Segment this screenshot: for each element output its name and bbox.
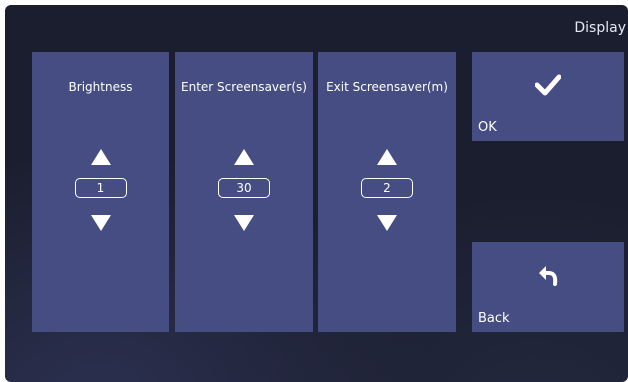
enter-screensaver-value: 30: [218, 178, 270, 198]
brightness-increase-arrow-icon[interactable]: [90, 149, 111, 165]
back-arrow-icon: [539, 266, 558, 286]
brightness-panel: Brightness 1: [32, 52, 169, 332]
exit-screensaver-panel: Exit Screensaver(m) 2: [318, 52, 456, 332]
brightness-decrease-arrow-icon[interactable]: [90, 215, 111, 231]
brightness-stepper: 1: [32, 149, 169, 231]
enter-screensaver-panel: Enter Screensaver(s) 30: [175, 52, 313, 332]
enter-screensaver-decrease-arrow-icon[interactable]: [234, 215, 254, 231]
exit-screensaver-value: 2: [361, 178, 413, 198]
exit-screensaver-increase-arrow-icon[interactable]: [377, 149, 397, 165]
checkmark-icon: [535, 74, 561, 96]
back-label: Back: [478, 311, 510, 326]
exit-screensaver-decrease-arrow-icon[interactable]: [377, 215, 397, 231]
display-settings-screen: Display Brightness 1 Enter Screensaver(s…: [5, 5, 628, 382]
page-title: Display: [574, 20, 626, 36]
exit-screensaver-label: Exit Screensaver(m): [326, 80, 448, 94]
enter-screensaver-stepper: 30: [175, 149, 313, 231]
ok-button[interactable]: OK: [472, 52, 624, 141]
brightness-value: 1: [74, 178, 127, 198]
exit-screensaver-stepper: 2: [318, 149, 456, 231]
enter-screensaver-increase-arrow-icon[interactable]: [234, 149, 254, 165]
brightness-label: Brightness: [68, 80, 133, 94]
enter-screensaver-label: Enter Screensaver(s): [181, 80, 307, 94]
back-button[interactable]: Back: [472, 242, 624, 332]
ok-label: OK: [478, 120, 497, 135]
